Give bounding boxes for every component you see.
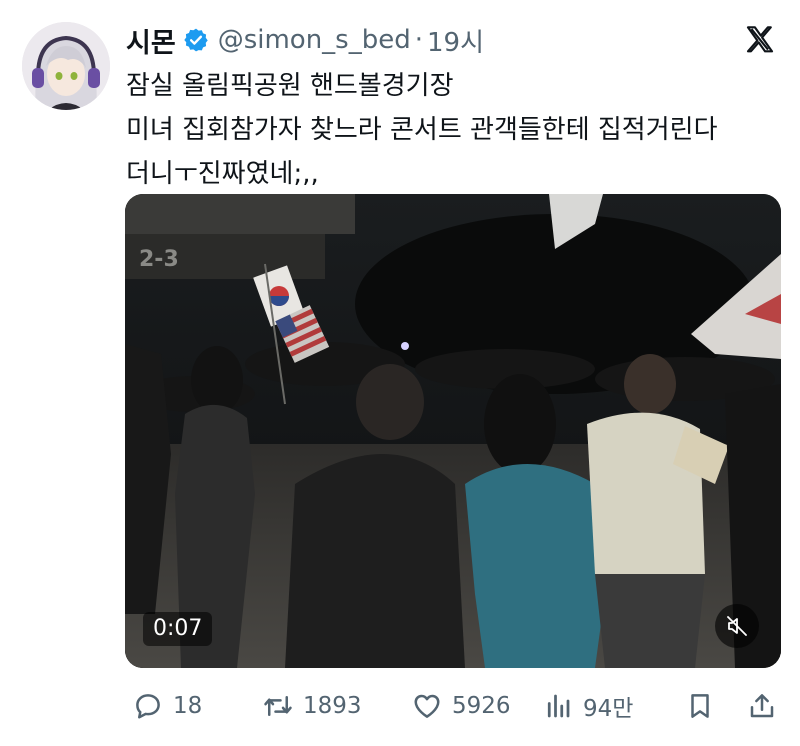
retweet-count: 1893 bbox=[303, 693, 362, 719]
avatar[interactable] bbox=[22, 22, 110, 110]
avatar-illustration bbox=[22, 22, 110, 110]
speaker-muted-icon bbox=[727, 616, 747, 636]
video-timestamp: 0:07 bbox=[143, 612, 213, 646]
like-count: 5926 bbox=[452, 693, 511, 719]
views-button[interactable]: 94만 bbox=[543, 684, 633, 728]
bookmark-button[interactable] bbox=[685, 684, 715, 728]
retweet-arrows-icon bbox=[264, 696, 292, 716]
retweet-button[interactable]: 1893 bbox=[263, 684, 362, 728]
display-name[interactable]: 시몬 bbox=[126, 21, 176, 60]
tweet-time[interactable]: 19시 bbox=[427, 22, 484, 59]
video-player[interactable]: 2-3 0:07 bbox=[125, 194, 781, 668]
like-button[interactable]: 5926 bbox=[412, 684, 511, 728]
video-frame: 2-3 bbox=[125, 194, 781, 668]
mute-toggle-button[interactable] bbox=[715, 604, 759, 648]
tweet-actions: 18 1893 5926 94만 bbox=[125, 684, 785, 728]
bar-chart-icon bbox=[547, 694, 570, 718]
bookmark-icon bbox=[691, 694, 709, 718]
tweet-text-line: 잠실 올림픽공원 핸드볼경기장 bbox=[126, 71, 454, 101]
reply-button[interactable]: 18 bbox=[133, 684, 202, 728]
tweet-text: 잠실 올림픽공원 핸드볼경기장 미녀 집회참가자 찾느라 콘서트 관객들한테 집… bbox=[126, 64, 786, 196]
x-logo-icon[interactable] bbox=[744, 24, 776, 56]
tweet-header: 시몬 @simon_s_bed · 19시 bbox=[126, 20, 484, 60]
share-button[interactable] bbox=[747, 684, 777, 728]
tweet-text-line: 미녀 집회참가자 찾느라 콘서트 관객들한테 집적거린다 bbox=[126, 115, 718, 145]
tweet-text-line: 더니ㅜ진짜였네;,, bbox=[126, 159, 319, 189]
share-upload-icon bbox=[750, 694, 774, 718]
view-count: 94만 bbox=[583, 696, 634, 722]
user-handle[interactable]: @simon_s_bed bbox=[218, 25, 411, 55]
speech-bubble-icon bbox=[136, 694, 160, 719]
verified-badge-icon bbox=[183, 28, 208, 52]
svg-text:2-3: 2-3 bbox=[139, 247, 179, 272]
separator-dot: · bbox=[414, 25, 423, 55]
heart-icon bbox=[414, 694, 440, 718]
reply-count: 18 bbox=[173, 693, 203, 719]
